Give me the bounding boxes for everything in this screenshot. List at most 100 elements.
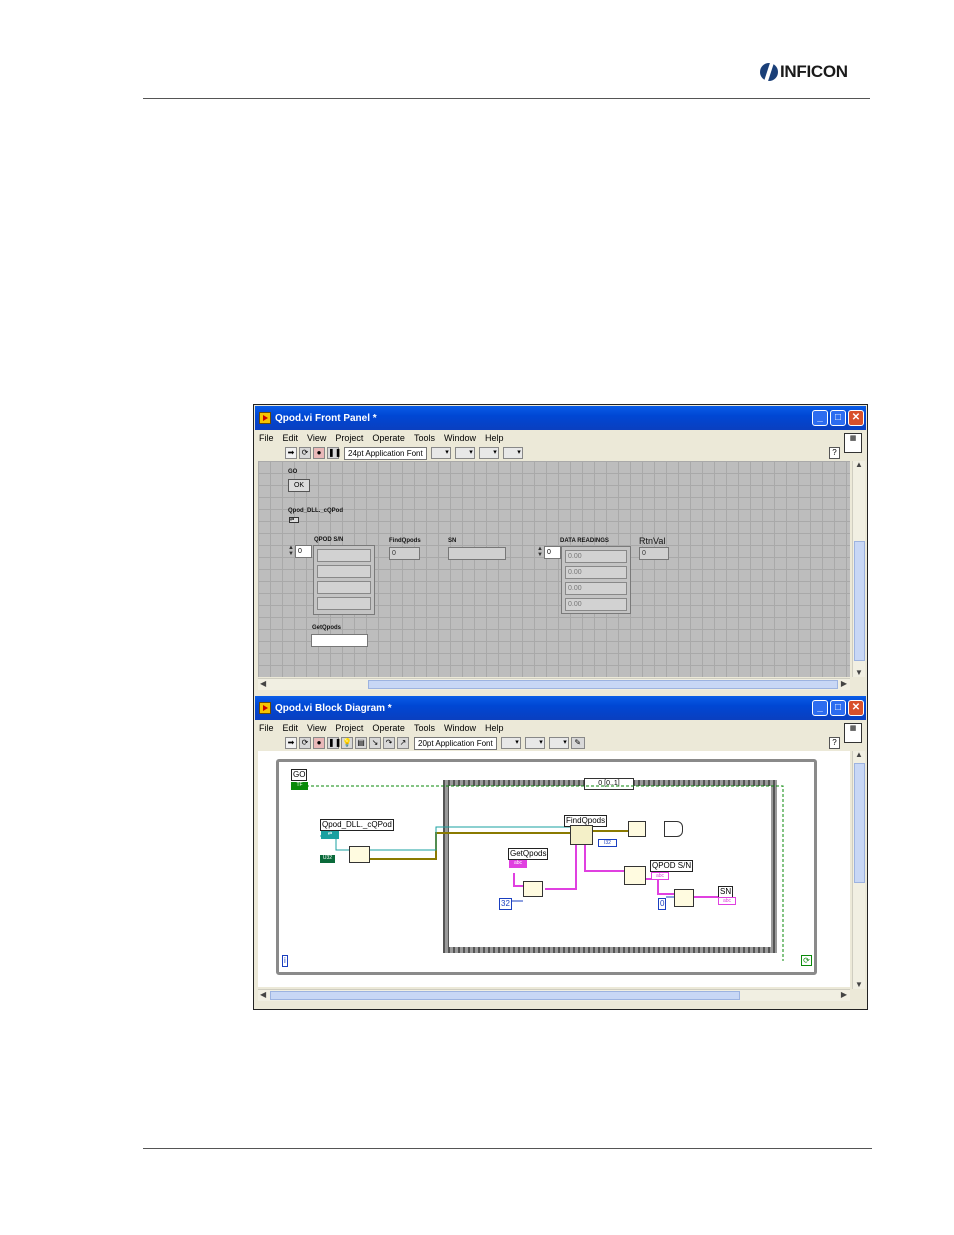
font-select[interactable]: 20pt Application Font	[414, 736, 497, 750]
getqpods-control[interactable]	[311, 634, 368, 647]
scroll-left-icon[interactable]: ◀	[260, 679, 266, 688]
header-rule	[143, 98, 870, 99]
run-continuously-icon[interactable]: ⟳	[299, 447, 311, 459]
block-diagram-titlebar[interactable]: Qpod.vi Block Diagram * _ □ ✕	[255, 696, 866, 720]
menu-tools[interactable]: Tools	[414, 723, 435, 733]
reorder-icon[interactable]: ▾	[548, 737, 569, 749]
block-diagram-horizontal-scrollbar[interactable]: ◀ ▶	[258, 989, 850, 1001]
scroll-thumb[interactable]	[854, 763, 865, 883]
menu-view[interactable]: View	[307, 433, 326, 443]
scroll-up-icon[interactable]: ▲	[855, 750, 863, 759]
const-32[interactable]: 32	[499, 898, 512, 910]
rtnval-label: RtnVal	[639, 536, 666, 546]
qpod-sn-terminal[interactable]: abc	[651, 872, 669, 880]
menu-help[interactable]: Help	[485, 433, 504, 443]
data-readings-index-spinner-icon[interactable]: ▲ ▼	[537, 546, 543, 559]
menu-project[interactable]: Project	[335, 433, 363, 443]
context-help-icon[interactable]: ?	[829, 737, 840, 749]
scroll-thumb[interactable]	[368, 680, 838, 689]
constructor-node-icon[interactable]	[349, 846, 370, 863]
menu-operate[interactable]: Operate	[372, 433, 405, 443]
close-button[interactable]: ✕	[848, 410, 864, 426]
findqpods-terminal[interactable]: I32	[598, 839, 617, 847]
scroll-right-icon[interactable]: ▶	[841, 679, 847, 688]
reorder-icon[interactable]: ▾	[502, 447, 523, 459]
findqpods-invoke-node-icon[interactable]	[570, 825, 593, 845]
maximize-button[interactable]: □	[830, 410, 846, 426]
minimize-button[interactable]: _	[812, 700, 828, 716]
resize-objects-icon[interactable]: ▾	[478, 447, 499, 459]
scroll-thumb[interactable]	[854, 541, 865, 661]
block-diagram-vertical-scrollbar[interactable]: ▲ ▼	[852, 750, 865, 989]
block-diagram-canvas: 0 [0..1] GO TF Qpod_DLL._cQPod ⇄ U32 Fin…	[258, 751, 850, 987]
abort-icon[interactable]: ●	[313, 737, 325, 749]
spreadsheet-string-node-icon[interactable]	[624, 866, 646, 885]
menu-tools[interactable]: Tools	[414, 433, 435, 443]
loop-condition-icon[interactable]: ⟳	[801, 955, 812, 966]
menu-file[interactable]: File	[259, 723, 274, 733]
align-objects-icon[interactable]: ▾	[500, 737, 521, 749]
maximize-button[interactable]: □	[830, 700, 846, 716]
close-button[interactable]: ✕	[848, 700, 864, 716]
scroll-down-icon[interactable]: ▼	[855, 668, 863, 677]
string-wire	[584, 843, 624, 872]
scroll-right-icon[interactable]: ▶	[841, 990, 847, 999]
run-continuously-icon[interactable]: ⟳	[299, 737, 311, 749]
highlight-execution-icon[interactable]: 💡	[341, 737, 353, 749]
retain-wire-values-icon[interactable]: ▤	[355, 737, 367, 749]
front-panel-vertical-scrollbar[interactable]: ▲ ▼	[852, 460, 865, 677]
refnum-terminal[interactable]: ⇄	[321, 831, 339, 839]
sn-terminal[interactable]: abc	[718, 897, 736, 905]
step-out-icon[interactable]: ↗	[397, 737, 409, 749]
findqpods-label: FindQpods	[389, 538, 421, 544]
string-wire	[646, 878, 676, 895]
menu-help[interactable]: Help	[485, 723, 504, 733]
menu-window[interactable]: Window	[444, 723, 476, 733]
pause-icon[interactable]: ❚❚	[327, 737, 341, 749]
menu-view[interactable]: View	[307, 723, 326, 733]
connector-pane-icon: ▦	[844, 433, 862, 453]
go-terminal[interactable]: TF	[291, 782, 308, 790]
const-0[interactable]: 0	[658, 898, 667, 910]
data-readings-index[interactable]: 0	[544, 546, 561, 559]
index-array-node-icon[interactable]	[674, 889, 694, 907]
distribute-objects-icon[interactable]: ▾	[524, 737, 545, 749]
data-readings-node-icon[interactable]	[664, 821, 683, 837]
menu-edit[interactable]: Edit	[283, 433, 299, 443]
qpod-sn-index[interactable]: 0	[295, 545, 312, 558]
scroll-left-icon[interactable]: ◀	[260, 990, 266, 999]
connector-pane-icon: ▦	[844, 723, 862, 743]
front-panel-titlebar[interactable]: Qpod.vi Front Panel * _ □ ✕	[255, 406, 866, 430]
getqpods-terminal[interactable]: abc	[509, 860, 527, 868]
qpod-sn-index-spinner-icon[interactable]: ▲ ▼	[288, 545, 294, 558]
menu-file[interactable]: File	[259, 433, 274, 443]
run-arrow-icon[interactable]: ➡	[285, 737, 297, 749]
string-subset-node-icon[interactable]	[523, 881, 543, 897]
step-into-icon[interactable]: ↘	[369, 737, 381, 749]
rtnval-node-icon[interactable]	[628, 821, 646, 837]
clean-up-diagram-icon[interactable]: ✎	[570, 737, 585, 749]
run-arrow-icon[interactable]: ➡	[285, 447, 297, 459]
scroll-up-icon[interactable]: ▲	[855, 460, 863, 469]
menu-window[interactable]: Window	[444, 433, 476, 443]
pause-icon[interactable]: ❚❚	[327, 447, 341, 459]
front-panel-horizontal-scrollbar[interactable]: ◀ ▶	[258, 678, 850, 690]
distribute-objects-icon[interactable]: ▾	[454, 447, 475, 459]
data-reading-value: 0.00	[565, 582, 627, 595]
abort-icon[interactable]: ●	[313, 447, 325, 459]
menu-edit[interactable]: Edit	[283, 723, 299, 733]
go-ok-button[interactable]: OK	[288, 479, 310, 492]
menu-operate[interactable]: Operate	[372, 723, 405, 733]
context-help-icon[interactable]: ?	[829, 447, 840, 459]
scroll-down-icon[interactable]: ▼	[855, 980, 863, 989]
refnum-control[interactable]: ⇄	[289, 517, 299, 523]
minimize-button[interactable]: _	[812, 410, 828, 426]
u32-constant[interactable]: U32	[320, 855, 335, 863]
font-select[interactable]: 24pt Application Font	[344, 446, 427, 460]
step-over-icon[interactable]: ↷	[383, 737, 395, 749]
align-objects-icon[interactable]: ▾	[430, 447, 451, 459]
labview-vi-icon	[259, 702, 271, 714]
scroll-thumb[interactable]	[270, 991, 740, 1000]
menu-project[interactable]: Project	[335, 723, 363, 733]
block-diagram-title: Qpod.vi Block Diagram *	[275, 702, 392, 714]
